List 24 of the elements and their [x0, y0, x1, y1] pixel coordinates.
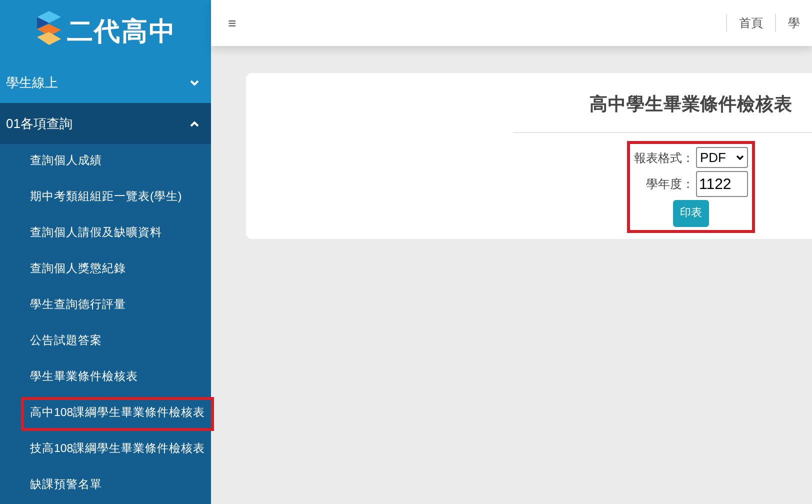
sidebar-item[interactable]: 學生查詢德行評量 — [24, 292, 132, 320]
format-select[interactable]: PDF — [696, 147, 748, 168]
sidebar-item[interactable]: 查詢個人成績 — [24, 148, 108, 176]
sidebar-item[interactable]: 缺課預警名單 — [24, 472, 108, 500]
sidebar-item[interactable]: 學生畢業條件檢核表 — [24, 364, 144, 392]
sidebar-section[interactable]: 學生線上 — [0, 62, 211, 103]
page-title: 高中學生畢業條件檢核表 — [590, 93, 792, 116]
logo-text: 二代高中 — [66, 14, 176, 48]
sidebar-item[interactable]: 技高108課綱學生畢業條件檢核表 — [24, 436, 212, 464]
sidebar-item[interactable]: 期中考類組組距一覽表(學生) — [24, 184, 188, 212]
nav-link[interactable]: 首頁 — [726, 14, 775, 32]
chevron-down-icon — [190, 80, 199, 86]
menu-icon[interactable]: ≡ — [228, 12, 236, 34]
nav-link[interactable]: 學 — [775, 14, 812, 32]
sidebar-item[interactable]: 公告試題答案 — [24, 328, 108, 356]
sidebar-item[interactable]: 查詢個人請假及缺曠資料 — [24, 220, 168, 248]
sidebar-section[interactable]: 01各項查詢 — [0, 103, 211, 144]
chevron-up-icon — [190, 120, 199, 126]
sidebar-item[interactable]: 查詢個人獎懲紀錄 — [24, 256, 132, 284]
format-label: 報表格式： — [634, 150, 694, 166]
year-label: 學年度： — [646, 176, 694, 193]
caret-icon — [736, 155, 744, 160]
year-field[interactable]: 1122 — [696, 171, 748, 197]
sidebar-item[interactable]: 高中108課綱學生畢業條件檢核表 — [24, 400, 212, 428]
